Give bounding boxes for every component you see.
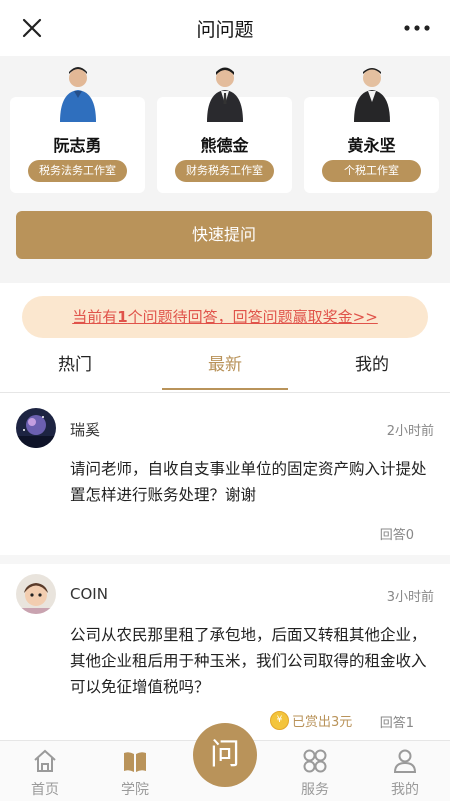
close-icon[interactable] bbox=[18, 14, 46, 42]
nav-service-label: 服务 bbox=[301, 782, 329, 798]
nav-academy-label: 学院 bbox=[121, 782, 149, 798]
nav-home[interactable]: 首页 bbox=[0, 741, 90, 801]
question-time: 3小时前 bbox=[386, 590, 434, 605]
user-icon bbox=[393, 749, 417, 773]
avatar bbox=[16, 574, 56, 614]
nav-home-label: 首页 bbox=[31, 782, 59, 798]
question-text[interactable]: 请问老师，自收自支事业单位的固定资产购入计提处置怎样进行账务处理？谢谢 bbox=[70, 456, 435, 508]
teacher-studio-badge[interactable]: 财务税务工作室 bbox=[175, 160, 274, 182]
teacher-avatar bbox=[60, 67, 96, 122]
nav-service[interactable]: 服务 bbox=[270, 741, 360, 801]
banner-text-post: 个问题待回答，回答问题赢取奖金>> bbox=[127, 308, 378, 326]
teacher-name: 黄永坚 bbox=[347, 136, 396, 155]
teacher-card[interactable]: 阮志勇 税务法务工作室 bbox=[10, 67, 145, 193]
book-icon bbox=[124, 752, 146, 772]
teacher-studio-badge[interactable]: 个税工作室 bbox=[322, 160, 421, 182]
service-icon bbox=[303, 749, 327, 773]
reward-badge: ¥ 已赏出3元 bbox=[270, 710, 352, 730]
tab-mine[interactable]: 我的 bbox=[327, 346, 417, 390]
header: 问问题 bbox=[0, 0, 450, 56]
question-text[interactable]: 公司从农民那里租了承包地，后面又转租其他企业，其他企业租后用于种玉米，我们公司取… bbox=[70, 622, 435, 700]
home-icon bbox=[34, 749, 56, 772]
active-tab-indicator bbox=[162, 388, 288, 390]
teacher-list: 阮志勇 税务法务工作室 熊德金 财务税务工作室 黄永坚 个税工作室 bbox=[10, 67, 440, 193]
banner-count: 1 bbox=[117, 308, 128, 326]
question-user: COIN bbox=[70, 585, 108, 603]
nav-mine-label: 我的 bbox=[391, 782, 419, 798]
more-icon[interactable] bbox=[402, 18, 432, 38]
teacher-avatar bbox=[207, 67, 243, 122]
nav-mine[interactable]: 我的 bbox=[360, 741, 450, 801]
teacher-card[interactable]: 熊德金 财务税务工作室 bbox=[157, 67, 292, 193]
answer-count[interactable]: 回答1 bbox=[380, 712, 414, 731]
coin-icon: ¥ bbox=[270, 710, 289, 730]
teacher-card[interactable]: 黄永坚 个税工作室 bbox=[304, 68, 439, 193]
tab-latest[interactable]: 最新 bbox=[180, 346, 270, 390]
banner-text-pre: 当前有 bbox=[72, 308, 118, 326]
avatar bbox=[16, 408, 56, 448]
teacher-avatar bbox=[354, 68, 390, 122]
teacher-name: 熊德金 bbox=[200, 136, 249, 155]
quick-ask-button[interactable]: 快速提问 bbox=[16, 211, 432, 259]
page-title: 问问题 bbox=[196, 18, 254, 41]
divider bbox=[0, 555, 450, 564]
question-tabs: 热门 最新 我的 bbox=[0, 346, 450, 393]
ask-center-button[interactable]: 问 bbox=[193, 723, 257, 787]
reward-text: 已赏出3元 bbox=[292, 714, 353, 730]
teacher-studio-badge[interactable]: 税务法务工作室 bbox=[28, 160, 127, 182]
nav-academy[interactable]: 学院 bbox=[90, 741, 180, 801]
answer-count[interactable]: 回答0 bbox=[380, 524, 414, 543]
teacher-section: 阮志勇 税务法务工作室 熊德金 财务税务工作室 黄永坚 个税工作室 快速提问 bbox=[0, 56, 450, 283]
tab-hot[interactable]: 热门 bbox=[30, 346, 120, 390]
teacher-name: 阮志勇 bbox=[53, 136, 102, 155]
pending-questions-banner[interactable]: 当前有1个问题待回答，回答问题赢取奖金>> bbox=[22, 296, 428, 338]
question-time: 2小时前 bbox=[386, 424, 434, 439]
question-user: 瑞奚 bbox=[70, 421, 101, 439]
